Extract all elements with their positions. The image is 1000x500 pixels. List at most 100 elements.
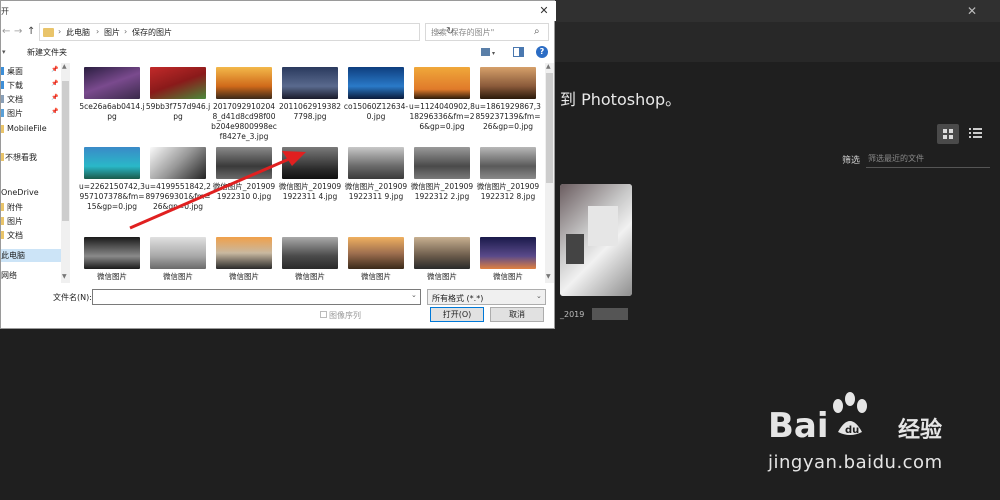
file-item[interactable]: 20170929102048_d41d8cd98f00b204e9800998e… [211, 67, 277, 142]
file-item[interactable]: co15060Z12634-0.jpg [343, 67, 409, 122]
file-grid-scrollbar[interactable]: ▲ ▼ [545, 63, 554, 283]
svg-text:du: du [845, 425, 859, 436]
file-thumbnail [414, 67, 470, 99]
file-item[interactable]: u=4199551842,2897969301&fm=26&gp=0.jpg [145, 147, 211, 212]
address-bar[interactable]: › 此电脑 › 图片 › 保存的图片 ⌄ ↻ [39, 23, 454, 41]
file-item[interactable]: 微信图片_2019091922312 8.jpg [475, 147, 541, 202]
file-item[interactable]: 微信图片_2019091922311 4.jpg [277, 147, 343, 202]
filename-input[interactable] [92, 289, 421, 305]
scroll-up-icon[interactable]: ▲ [546, 63, 551, 70]
file-thumbnail [84, 237, 140, 269]
file-thumbnail [348, 237, 404, 269]
help-icon[interactable]: ? [536, 46, 548, 58]
sidebar-item-desktop[interactable]: 桌面 📌 [1, 65, 61, 78]
file-thumbnail [150, 147, 206, 179]
search-icon[interactable]: ⌕ [534, 26, 540, 37]
file-grid: 5ce26a6ab0414.jpg 59bb3f757d946.jpg 2017… [73, 63, 545, 283]
file-item[interactable]: 20110629193827798.jpg [277, 67, 343, 122]
file-thumbnail [282, 237, 338, 269]
sidebar-item-mobilefile[interactable]: MobileFile [1, 123, 61, 136]
file-thumbnail [480, 147, 536, 179]
forward-arrow-icon[interactable]: → [14, 26, 22, 37]
filter-recent-input[interactable]: 筛选最近的文件 [866, 150, 990, 168]
scrollbar-thumb[interactable] [546, 73, 553, 183]
sidebar-item-onedrive-pictures[interactable]: 图片 [1, 215, 61, 228]
sidebar-item-this-pc[interactable]: 此电脑 [1, 249, 61, 262]
breadcrumb-this-pc[interactable]: 此电脑 [66, 27, 90, 38]
photoshop-close-icon[interactable]: ✕ [965, 4, 979, 18]
image-sequence-label: 图像序列 [329, 311, 361, 320]
dialog-toolbar: ▾ 新建文件夹 ▾ ? [1, 43, 556, 63]
folder-icon [43, 28, 54, 37]
file-type-value: 所有格式 (*.*) [432, 294, 484, 303]
new-folder-button[interactable]: 新建文件夹 [27, 47, 67, 58]
checkbox-icon[interactable] [320, 311, 327, 318]
preview-pane-icon[interactable] [513, 47, 524, 57]
open-file-dialog: 开 ✕ ← → ↑ › 此电脑 › 图片 › 保存的图片 ⌄ ↻ 搜索"保存的图… [0, 0, 556, 329]
file-item[interactable]: 59bb3f757d946.jpg [145, 67, 211, 122]
file-thumbnail [150, 67, 206, 99]
file-item[interactable]: 微信图片_2019091922310 0.jpg [211, 147, 277, 202]
pin-icon: 📌 [51, 108, 59, 115]
sidebar-item-network[interactable]: 网络 [1, 269, 61, 282]
file-thumbnail [282, 147, 338, 179]
image-sequence-checkbox[interactable]: 图像序列 [320, 310, 361, 321]
breadcrumb-pictures[interactable]: 图片 [104, 27, 120, 38]
sidebar-item-documents[interactable]: 文档 📌 [1, 93, 61, 106]
scroll-up-icon[interactable]: ▲ [62, 63, 67, 70]
sidebar-item-pictures[interactable]: 图片 📌 [1, 107, 61, 120]
file-thumbnail [480, 67, 536, 99]
file-item[interactable]: 微信图片 [409, 237, 475, 282]
pin-icon: 📌 [51, 80, 59, 87]
sidebar-scrollbar[interactable]: ▲ ▼ [61, 63, 70, 283]
back-arrow-icon[interactable]: ← [2, 26, 10, 37]
chevron-down-icon[interactable]: ⌄ [536, 292, 542, 300]
scroll-down-icon[interactable]: ▼ [546, 273, 551, 280]
chevron-down-icon[interactable]: ▾ [2, 48, 6, 56]
file-item[interactable]: 微信图片 [343, 237, 409, 282]
navigation-bar: ← → ↑ › 此电脑 › 图片 › 保存的图片 ⌄ ↻ 搜索"保存的图片" ⌕ [1, 21, 556, 43]
watermark-jingyan: 经验 [898, 418, 943, 443]
cancel-button[interactable]: 取消 [490, 307, 544, 322]
scrollbar-thumb[interactable] [62, 81, 69, 221]
file-item[interactable]: 微信图片 [211, 237, 277, 282]
pin-icon: 📌 [51, 94, 59, 101]
chevron-down-icon[interactable]: ⌄ [411, 291, 417, 299]
file-item[interactable]: u=1861929867,3859237139&fm=26&gp=0.jpg [475, 67, 541, 132]
file-item[interactable]: 微信图片_2019091922311 9.jpg [343, 147, 409, 202]
sidebar-item-attachments[interactable]: 附件 [1, 201, 61, 214]
file-item[interactable]: 微信图片 [277, 237, 343, 282]
file-item[interactable]: 5ce26a6ab0414.jpg [79, 67, 145, 122]
close-icon[interactable]: ✕ [537, 4, 551, 18]
list-view-icon[interactable] [969, 126, 983, 140]
file-type-select[interactable]: 所有格式 (*.*) ⌄ [427, 289, 546, 305]
file-item[interactable]: 微信图片 [475, 237, 541, 282]
search-box[interactable]: 搜索"保存的图片" ⌕ [425, 23, 549, 41]
file-item[interactable]: 微信图片 [79, 237, 145, 282]
sidebar-item-onedrive-documents[interactable]: 文档 [1, 229, 61, 242]
up-arrow-icon[interactable]: ↑ [27, 26, 35, 37]
file-item[interactable]: 微信图片 [145, 237, 211, 282]
file-item[interactable]: u=2262150742,3957107378&fm=15&gp=0.jpg [79, 147, 145, 212]
filename-label: 文件名(N): [53, 293, 92, 302]
change-view-icon[interactable]: ▾ [480, 47, 498, 58]
breadcrumb-saved-pictures[interactable]: 保存的图片 [132, 27, 172, 38]
open-button[interactable]: 打开(O) [430, 307, 484, 322]
file-item[interactable]: u=1124040902,818296336&fm=26&gp=0.jpg [409, 67, 475, 132]
scroll-down-icon[interactable]: ▼ [62, 273, 67, 280]
sidebar-item-downloads[interactable]: 下载 📌 [1, 79, 61, 92]
file-thumbnail [216, 237, 272, 269]
file-thumbnail [348, 147, 404, 179]
filter-label: 筛选 [842, 156, 861, 166]
file-thumbnail [414, 147, 470, 179]
file-thumbnail [216, 67, 272, 99]
file-thumbnail [84, 67, 140, 99]
grid-view-icon[interactable] [937, 124, 959, 144]
recent-file-thumbnail[interactable] [560, 184, 632, 296]
sidebar-item-onedrive[interactable]: OneDrive [1, 187, 61, 200]
file-thumbnail [414, 237, 470, 269]
photoshop-welcome-text: 到 Photoshop。 [560, 90, 682, 109]
sidebar-item-hidden-folder[interactable]: 不想看我 [1, 151, 61, 164]
file-thumbnail [348, 67, 404, 99]
file-item[interactable]: 微信图片_2019091922312 2.jpg [409, 147, 475, 202]
